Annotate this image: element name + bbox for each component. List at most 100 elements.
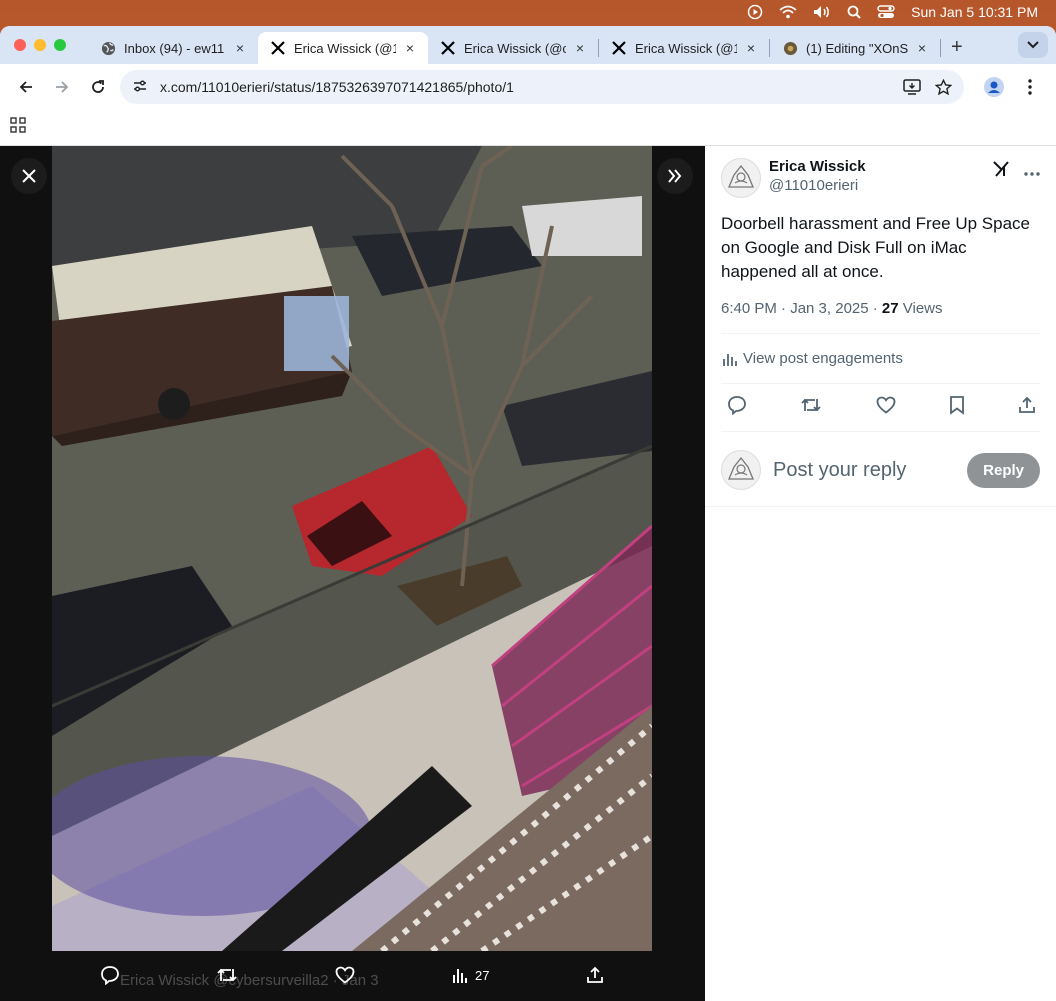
fullscreen-window-button[interactable] xyxy=(54,39,66,51)
bookmarks-bar xyxy=(0,110,1056,146)
profile-button[interactable] xyxy=(976,69,1012,105)
close-icon xyxy=(22,169,36,183)
address-bar[interactable]: x.com/11010erieri/status/187532639707142… xyxy=(120,70,964,104)
tab-title: Erica Wissick (@1 xyxy=(635,40,737,56)
repost-icon xyxy=(217,968,238,982)
close-media-button[interactable] xyxy=(11,158,47,194)
bookmark-button[interactable] xyxy=(949,395,965,420)
media-share-button[interactable] xyxy=(586,966,604,984)
reply-icon xyxy=(728,396,746,416)
minimize-window-button[interactable] xyxy=(34,39,46,51)
grok-icon[interactable] xyxy=(992,160,1010,183)
install-app-icon[interactable] xyxy=(903,79,921,95)
media-action-bar: 27 xyxy=(52,949,652,1001)
more-options-icon[interactable] xyxy=(1024,163,1040,181)
menubar-clock[interactable]: Sun Jan 5 10:31 PM xyxy=(911,4,1038,20)
macos-menubar: Sun Jan 5 10:31 PM xyxy=(0,0,1056,24)
bookmark-star-icon[interactable] xyxy=(935,78,952,96)
avatar xyxy=(721,450,761,490)
play-circle-icon[interactable] xyxy=(747,4,763,20)
reply-button[interactable] xyxy=(727,395,747,420)
tab-erica-wissick-active[interactable]: Erica Wissick (@1 × xyxy=(258,32,428,64)
post-detail-panel: Erica Wissick @11010erieri Doorbell hara… xyxy=(705,146,1056,1001)
chevron-down-icon xyxy=(1027,41,1039,49)
repost-button[interactable] xyxy=(800,395,822,420)
heart-icon xyxy=(876,396,895,414)
media-viewer: Erica Wissick @cybersurveilla2 · Jan 3 2… xyxy=(0,146,705,1001)
browser-menu-button[interactable] xyxy=(1012,69,1048,105)
tab-close-button[interactable]: × xyxy=(914,40,930,56)
tab-close-button[interactable]: × xyxy=(402,40,418,56)
tab-close-button[interactable]: × xyxy=(743,40,759,56)
apps-grid-icon[interactable] xyxy=(10,117,26,138)
profile-avatar-icon xyxy=(984,77,1004,97)
post-header: Erica Wissick @11010erieri xyxy=(705,146,1056,198)
like-button[interactable] xyxy=(876,396,896,419)
reload-icon xyxy=(92,80,104,93)
reply-submit-button[interactable]: Reply xyxy=(967,452,1040,488)
double-chevron-right-icon xyxy=(668,169,682,183)
url-text[interactable]: x.com/11010erieri/status/187532639707142… xyxy=(160,79,889,95)
post-views-count: 27 xyxy=(881,300,899,317)
media-views-count: 27 xyxy=(475,967,490,983)
reply-icon xyxy=(101,966,120,985)
tab-title: Inbox (94) - ew11 xyxy=(124,40,225,56)
heart-icon xyxy=(335,966,355,984)
media-repost-button[interactable] xyxy=(216,965,238,985)
avatar-image-icon xyxy=(728,164,754,188)
post-text: Doorbell harassment and Free Up Space on… xyxy=(721,214,1030,281)
new-tab-button[interactable]: + xyxy=(941,36,973,59)
tab-erica-wissick-3[interactable]: Erica Wissick (@1 × xyxy=(599,32,769,64)
post-action-bar xyxy=(721,384,1040,432)
forward-button[interactable] xyxy=(44,69,80,105)
tab-editing[interactable]: (1) Editing "XOnS × xyxy=(770,32,940,64)
share-button[interactable] xyxy=(1018,396,1036,419)
x-logo-icon xyxy=(440,40,456,56)
page-content: Erica Wissick @cybersurveilla2 · Jan 3 2… xyxy=(0,146,1056,1001)
collapse-panel-button[interactable] xyxy=(657,158,693,194)
post-photo[interactable] xyxy=(52,146,652,951)
browser-window: Inbox (94) - ew11 × Erica Wissick (@1 × … xyxy=(0,26,1056,1001)
avatar[interactable] xyxy=(721,158,761,198)
post-views-label: Views xyxy=(898,300,943,317)
views-chart-icon xyxy=(453,969,468,983)
post-header-actions xyxy=(992,160,1040,183)
substack-icon xyxy=(782,40,798,56)
media-like-button[interactable] xyxy=(335,966,355,984)
site-settings-icon[interactable] xyxy=(132,78,148,97)
reload-button[interactable] xyxy=(80,69,116,105)
avatar-image-icon xyxy=(728,456,754,480)
share-icon xyxy=(586,966,603,983)
search-icon[interactable] xyxy=(847,5,861,19)
reply-input[interactable]: Post your reply xyxy=(773,459,967,482)
view-engagements-link[interactable]: View post engagements xyxy=(721,334,1040,384)
tab-search-button[interactable] xyxy=(1018,32,1048,58)
views-chart-icon xyxy=(723,353,737,366)
media-views-button[interactable]: 27 xyxy=(451,966,490,984)
engagements-label: View post engagements xyxy=(743,350,903,367)
author-handle[interactable]: @11010erieri xyxy=(769,177,866,194)
tab-title: (1) Editing "XOnS xyxy=(806,40,908,56)
wifi-icon[interactable] xyxy=(779,5,797,19)
reply-composer: Post your reply Reply xyxy=(705,432,1056,507)
repost-icon xyxy=(801,398,821,412)
volume-icon[interactable] xyxy=(813,5,831,19)
tab-inbox[interactable]: Inbox (94) - ew11 × xyxy=(88,32,258,64)
close-window-button[interactable] xyxy=(14,39,26,51)
control-center-icon[interactable] xyxy=(877,5,895,19)
tab-close-button[interactable]: × xyxy=(232,40,248,56)
media-reply-button[interactable] xyxy=(100,965,120,985)
tab-strip: Inbox (94) - ew11 × Erica Wissick (@1 × … xyxy=(0,26,1056,64)
author-display-name[interactable]: Erica Wissick xyxy=(769,158,866,175)
back-button[interactable] xyxy=(8,69,44,105)
browser-toolbar: x.com/11010erieri/status/187532639707142… xyxy=(0,64,1056,110)
bookmark-icon xyxy=(949,396,964,415)
tab-title: Erica Wissick (@1 xyxy=(294,40,396,56)
x-logo-icon xyxy=(611,40,627,56)
x-logo-icon xyxy=(270,40,286,56)
post-timestamp[interactable]: 6:40 PM · Jan 3, 2025 · xyxy=(721,300,882,317)
arrow-left-icon xyxy=(19,81,32,93)
tab-erica-wissick-2[interactable]: Erica Wissick (@c × xyxy=(428,32,598,64)
tab-close-button[interactable]: × xyxy=(572,40,588,56)
kebab-menu-icon xyxy=(1028,79,1032,95)
